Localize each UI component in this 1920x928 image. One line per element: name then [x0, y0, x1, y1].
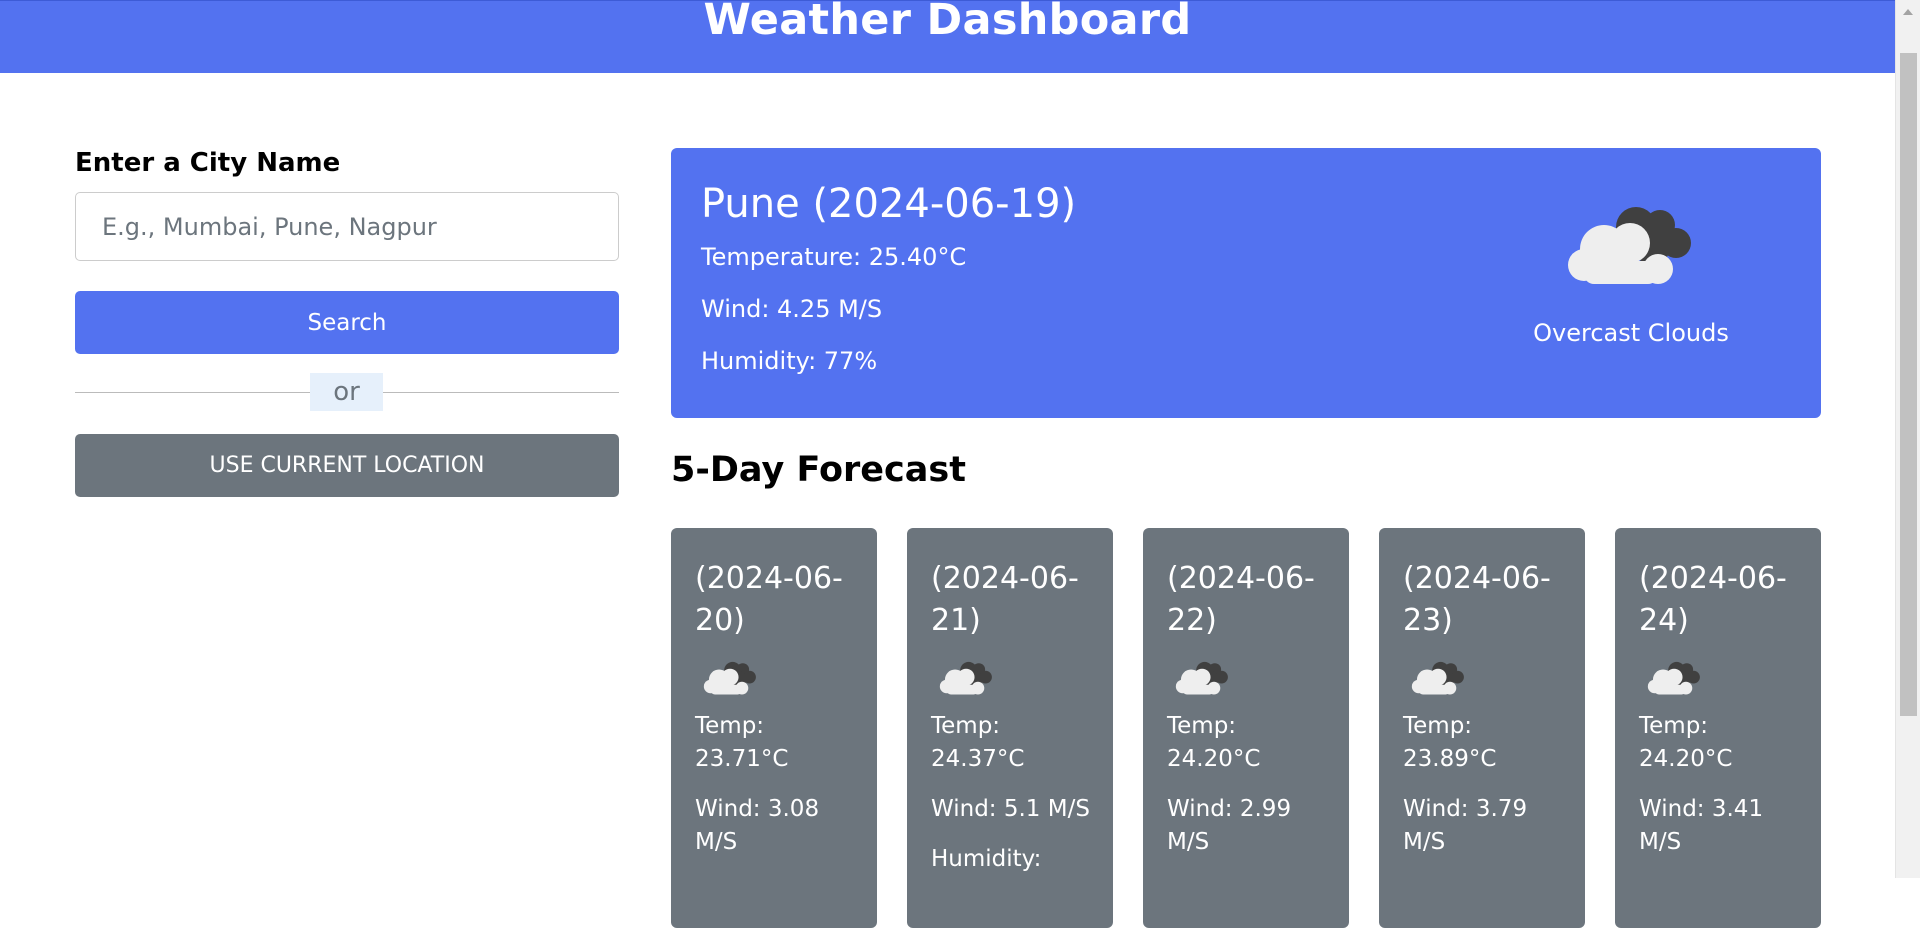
forecast-wind: Wind: 3.79 M/S	[1403, 796, 1528, 855]
use-current-location-button[interactable]: USE CURRENT LOCATION	[75, 434, 619, 497]
app-header: Weather Dashboard	[0, 0, 1895, 73]
overcast-clouds-icon	[1175, 661, 1228, 695]
current-wind: Wind: 4.25 M/S	[701, 295, 883, 323]
forecast-card: (2024-06-20) Temp: 23.71°C Wind: 3.08 M/…	[671, 528, 877, 928]
overcast-clouds-icon	[1568, 207, 1691, 284]
forecast-card: (2024-06-24) Temp: 24.20°C Wind: 3.41 M/…	[1615, 528, 1821, 928]
search-button[interactable]: Search	[75, 291, 619, 354]
forecast-date: (2024-06-20)	[695, 561, 843, 638]
main-content: Enter a City Name Search or USE CURRENT …	[0, 73, 1895, 928]
city-input-label: Enter a City Name	[75, 148, 341, 178]
overcast-clouds-icon	[1411, 661, 1464, 695]
forecast-wind: Wind: 3.41 M/S	[1639, 796, 1764, 855]
forecast-humidity: Humidity:	[931, 846, 1042, 872]
overcast-clouds-icon	[1647, 661, 1700, 695]
overcast-clouds-icon	[939, 661, 992, 695]
forecast-date: (2024-06-21)	[931, 561, 1079, 638]
page-title: Weather Dashboard	[703, 0, 1192, 45]
separator-or-label: or	[310, 373, 383, 411]
scrollbar-thumb[interactable]	[1900, 53, 1917, 716]
scroll-up-icon[interactable]	[1903, 9, 1913, 15]
forecast-wind: Wind: 3.08 M/S	[695, 796, 820, 855]
forecast-cards: (2024-06-20) Temp: 23.71°C Wind: 3.08 M/…	[671, 528, 1821, 928]
forecast-wind: Wind: 5.1 M/S	[931, 796, 1090, 822]
forecast-card: (2024-06-22) Temp: 24.20°C Wind: 2.99 M/…	[1143, 528, 1349, 928]
forecast-card: (2024-06-23) Temp: 23.89°C Wind: 3.79 M/…	[1379, 528, 1585, 928]
city-search-input[interactable]	[75, 192, 619, 261]
forecast-wind: Wind: 2.99 M/S	[1167, 796, 1292, 855]
forecast-date: (2024-06-22)	[1167, 561, 1315, 638]
forecast-temp: Temp: 24.37°C	[931, 713, 1025, 772]
forecast-heading: 5-Day Forecast	[671, 450, 966, 490]
forecast-temp: Temp: 24.20°C	[1639, 713, 1733, 772]
or-separator: or	[75, 371, 619, 411]
current-weather-icon-group: Overcast Clouds	[1521, 203, 1741, 347]
forecast-temp: Temp: 23.89°C	[1403, 713, 1497, 772]
forecast-card: (2024-06-21) Temp: 24.37°C Wind: 5.1 M/S…	[907, 528, 1113, 928]
current-temperature: Temperature: 25.40°C	[701, 243, 967, 271]
vertical-scrollbar[interactable]	[1895, 0, 1920, 878]
search-panel: Enter a City Name Search or USE CURRENT …	[75, 148, 619, 497]
forecast-date: (2024-06-24)	[1639, 561, 1787, 638]
forecast-date: (2024-06-23)	[1403, 561, 1551, 638]
current-weather-card: Pune (2024-06-19) Temperature: 25.40°C W…	[671, 148, 1821, 418]
current-city-date: Pune (2024-06-19)	[701, 181, 1077, 227]
current-humidity: Humidity: 77%	[701, 347, 878, 375]
overcast-clouds-icon	[703, 661, 756, 695]
current-weather-details: Pune (2024-06-19) Temperature: 25.40°C W…	[701, 181, 1076, 399]
forecast-temp: Temp: 24.20°C	[1167, 713, 1261, 772]
forecast-temp: Temp: 23.71°C	[695, 713, 789, 772]
current-weather-description: Overcast Clouds	[1533, 319, 1729, 347]
